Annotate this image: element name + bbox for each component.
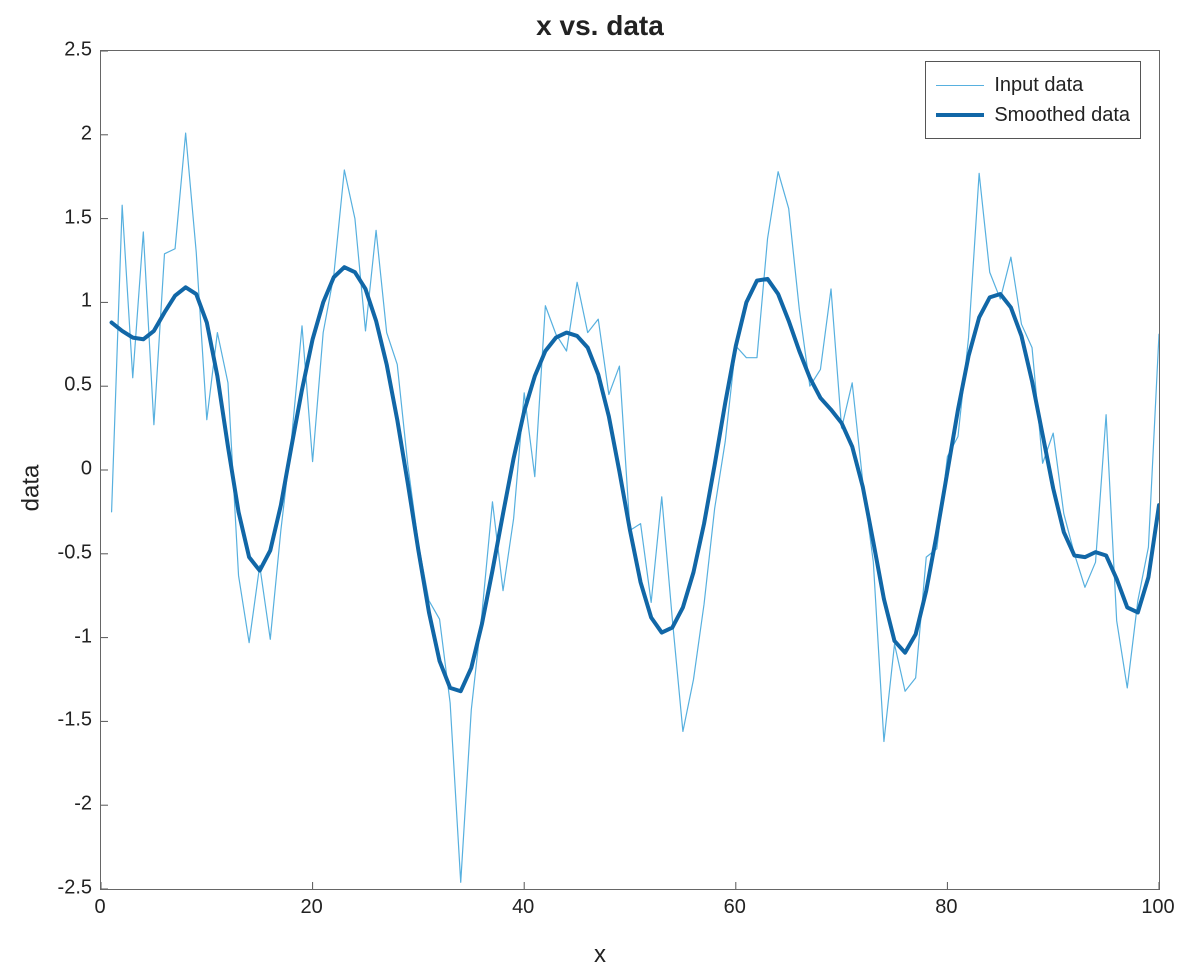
plot-area: Input data Smoothed data: [100, 50, 1160, 890]
y-tick-label: 0.5: [12, 374, 92, 397]
x-tick-label: 60: [724, 896, 746, 919]
y-tick-label: -2: [12, 793, 92, 816]
y-tick-label: 1.5: [12, 206, 92, 229]
x-axis-label: x: [0, 941, 1200, 969]
y-tick-label: 2.5: [12, 39, 92, 62]
y-tick-label: 0: [12, 458, 92, 481]
legend-label-smoothed: Smoothed data: [994, 104, 1130, 127]
y-tick-label: -0.5: [12, 541, 92, 564]
y-tick-label: -1: [12, 625, 92, 648]
plot-svg: [101, 51, 1159, 889]
legend-swatch-input: [936, 85, 984, 86]
figure: x vs. data data x Input data Smoothed da…: [0, 0, 1200, 975]
chart-title: x vs. data: [0, 10, 1200, 42]
legend-item-smoothed: Smoothed data: [936, 100, 1130, 130]
y-tick-label: 1: [12, 290, 92, 313]
x-tick-label: 80: [935, 896, 957, 919]
series-input-data: [112, 133, 1159, 882]
legend-item-input: Input data: [936, 70, 1130, 100]
legend: Input data Smoothed data: [925, 61, 1141, 139]
y-tick-label: 2: [12, 122, 92, 145]
x-tick-label: 20: [300, 896, 322, 919]
x-tick-label: 100: [1141, 896, 1174, 919]
x-tick-label: 40: [512, 896, 534, 919]
y-tick-label: -1.5: [12, 709, 92, 732]
legend-swatch-smoothed: [936, 113, 984, 117]
legend-label-input: Input data: [994, 74, 1083, 97]
x-tick-label: 0: [94, 896, 105, 919]
y-tick-label: -2.5: [12, 877, 92, 900]
